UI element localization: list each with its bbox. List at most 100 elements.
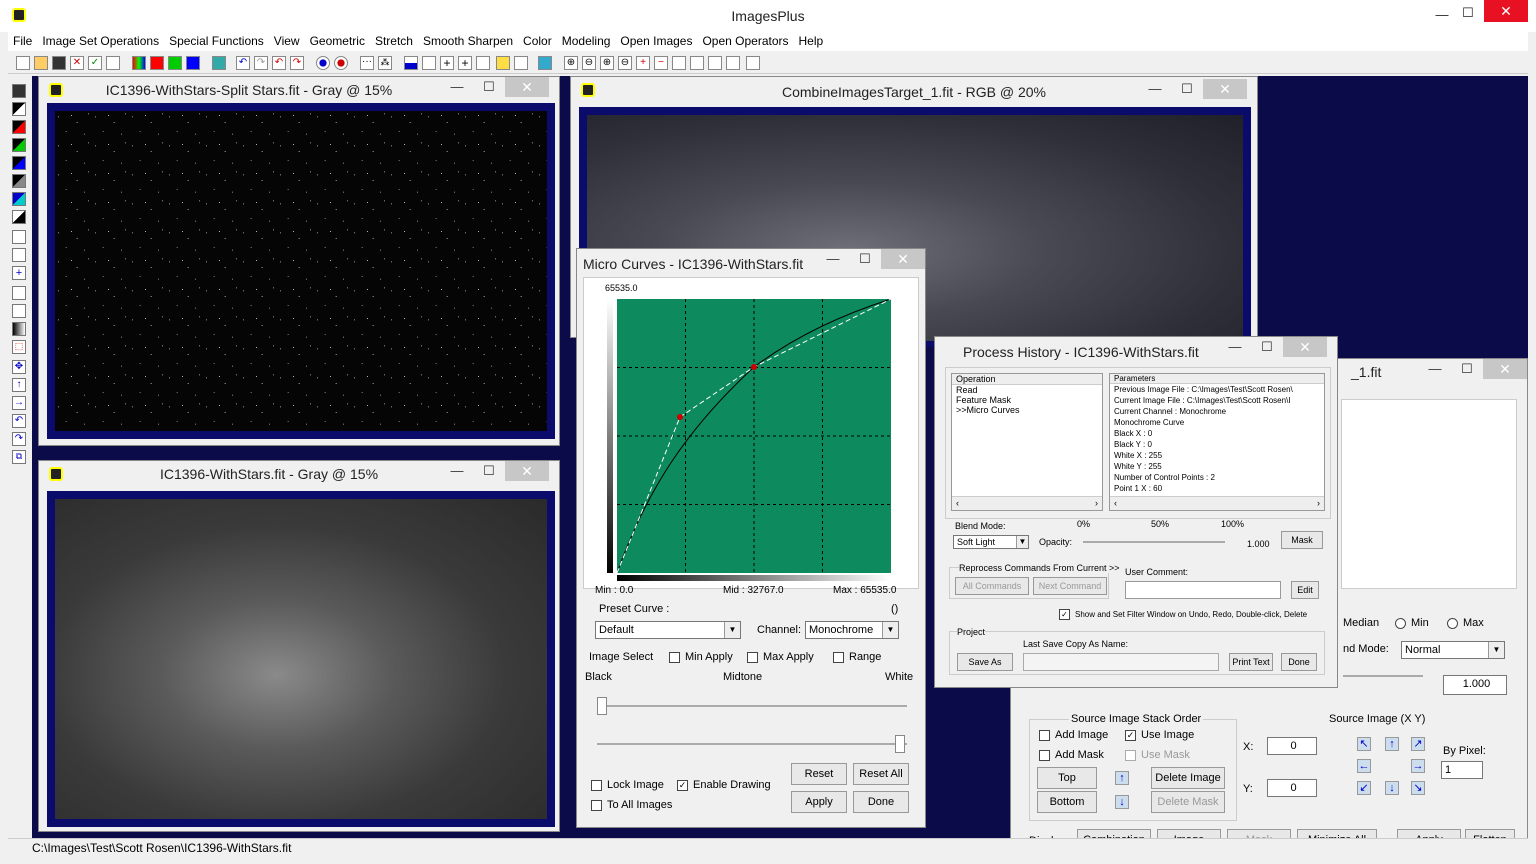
close-btn[interactable]: ✕ <box>505 77 549 97</box>
by-pixel-spinner[interactable]: 1 <box>1441 761 1483 779</box>
frame4-icon[interactable] <box>726 56 740 70</box>
menu-help[interactable]: Help <box>794 32 829 51</box>
move-icon[interactable]: + <box>458 56 472 70</box>
withstars-image[interactable] <box>55 499 547 819</box>
done-button[interactable]: Done <box>1281 653 1317 671</box>
mask-button[interactable]: Mask <box>1281 531 1323 549</box>
rotate-icon[interactable] <box>12 230 26 244</box>
square-icon[interactable] <box>12 286 26 300</box>
operation-item[interactable]: Read <box>952 385 1102 395</box>
close-btn[interactable]: ✕ <box>505 461 549 481</box>
dots-icon[interactable]: ··· <box>360 56 374 70</box>
maximize-button[interactable]: ☐ <box>1448 2 1488 24</box>
green-channel-icon[interactable] <box>168 56 182 70</box>
top-button[interactable]: Top <box>1037 767 1097 789</box>
min-btn[interactable]: — <box>441 461 473 481</box>
menu-color[interactable]: Color <box>518 32 557 51</box>
copy-icon[interactable] <box>106 56 120 70</box>
use-mask-checkbox[interactable]: Use Mask <box>1125 749 1190 761</box>
crosshair-icon[interactable]: + <box>12 266 26 280</box>
save-icon[interactable] <box>52 56 66 70</box>
zoom-fit-icon[interactable]: ⊕ <box>600 56 614 70</box>
save-name-input[interactable] <box>1023 653 1219 671</box>
parameter-scrollbar[interactable]: ‹ › <box>1110 496 1324 510</box>
operation-list[interactable]: Operation Read Feature Mask >>Micro Curv… <box>951 373 1103 511</box>
green-icon[interactable] <box>12 138 26 152</box>
max-btn[interactable]: ☐ <box>1451 359 1483 379</box>
x-spinner[interactable]: 0 <box>1267 737 1317 755</box>
blend-select[interactable]: Soft Light ▼ <box>953 535 1029 549</box>
menu-file[interactable]: File <box>8 32 37 51</box>
add-mask-checkbox[interactable]: Add Mask <box>1039 749 1104 761</box>
reset-all-button[interactable]: Reset All <box>853 763 909 785</box>
invert-icon[interactable] <box>12 210 26 224</box>
user-comment-input[interactable] <box>1125 581 1281 599</box>
menu-modeling[interactable]: Modeling <box>557 32 616 51</box>
mask-red-icon[interactable] <box>334 56 348 70</box>
redo-all-icon[interactable]: ↷ <box>290 56 304 70</box>
histogram-icon[interactable] <box>404 56 418 70</box>
close-btn[interactable]: ✕ <box>1483 359 1527 379</box>
to-all-images-checkbox[interactable]: To All Images <box>591 799 672 811</box>
red-icon[interactable] <box>12 120 26 134</box>
max-btn[interactable]: ☐ <box>1171 79 1203 99</box>
add-image-checkbox[interactable]: Add Image <box>1039 729 1108 741</box>
menu-stretch[interactable]: Stretch <box>370 32 418 51</box>
zoom-100-icon[interactable]: ⊖ <box>618 56 632 70</box>
lines-icon[interactable] <box>12 304 26 318</box>
reset-button[interactable]: Reset <box>791 763 847 785</box>
delete-mask-button[interactable]: Delete Mask <box>1151 791 1225 813</box>
frame2-icon[interactable] <box>690 56 704 70</box>
close-btn[interactable]: ✕ <box>1283 337 1327 357</box>
rotate-right-icon[interactable]: ↷ <box>12 432 26 446</box>
gradient-icon[interactable] <box>12 322 26 336</box>
bottom-button[interactable]: Bottom <box>1037 791 1097 813</box>
min-btn[interactable]: — <box>817 249 849 269</box>
redo-icon[interactable]: ↷ <box>254 56 268 70</box>
blue-icon[interactable] <box>12 156 26 170</box>
palette-icon[interactable] <box>538 56 552 70</box>
rotate-left-icon[interactable]: ↶ <box>12 414 26 428</box>
top-arrow-button[interactable]: ↑ <box>1115 771 1129 785</box>
e-arrow[interactable]: → <box>1411 759 1425 773</box>
copy-icon[interactable]: ⧉ <box>12 450 26 464</box>
black-icon[interactable] <box>12 102 26 116</box>
menu-geometric[interactable]: Geometric <box>305 32 370 51</box>
opacity-value[interactable]: 1.000 <box>1443 675 1507 695</box>
y-spinner[interactable]: 0 <box>1267 779 1317 797</box>
zoom-in-icon[interactable]: ⊕ <box>564 56 578 70</box>
done-button[interactable]: Done <box>853 791 909 813</box>
arrow-right-icon[interactable]: → <box>12 396 26 410</box>
lock-image-checkbox[interactable]: Lock Image <box>591 779 664 791</box>
use-image-checkbox[interactable]: ✓ Use Image <box>1125 729 1194 741</box>
min-btn[interactable]: — <box>1419 359 1451 379</box>
black-slider-track[interactable] <box>597 705 907 707</box>
close-btn[interactable]: ✕ <box>881 249 925 269</box>
edit-button[interactable]: Edit <box>1291 581 1319 599</box>
save-as-button[interactable]: Save As <box>957 653 1013 671</box>
n-arrow[interactable]: ↑ <box>1385 737 1399 751</box>
mask-icon[interactable] <box>316 56 330 70</box>
rgb-icon[interactable] <box>132 56 146 70</box>
select-icon[interactable]: ⬚ <box>12 340 26 354</box>
zoom-plus-icon[interactable]: + <box>636 56 650 70</box>
close-button[interactable]: ✕ <box>1484 0 1528 22</box>
zoom-out-icon[interactable]: ⊖ <box>582 56 596 70</box>
opacity-slider[interactable] <box>1343 675 1423 677</box>
white-slider-thumb[interactable] <box>895 735 905 753</box>
opacity-slider[interactable] <box>1083 541 1225 543</box>
sw-arrow[interactable]: ↙ <box>1357 781 1371 795</box>
grid-icon[interactable] <box>212 56 226 70</box>
red-channel-icon[interactable] <box>150 56 164 70</box>
operation-item[interactable]: Feature Mask <box>952 395 1102 405</box>
delete-image-button[interactable]: Delete Image <box>1151 767 1225 789</box>
operation-scrollbar[interactable]: ‹ › <box>952 496 1102 510</box>
blue-channel-icon[interactable] <box>186 56 200 70</box>
menu-image-set-operations[interactable]: Image Set Operations <box>37 32 164 51</box>
diagonal-icon[interactable] <box>12 248 26 262</box>
crosshair-icon[interactable]: + <box>440 56 454 70</box>
menu-open-operators[interactable]: Open Operators <box>697 32 793 51</box>
zoom-minus-icon[interactable]: − <box>654 56 668 70</box>
menu-smooth-sharpen[interactable]: Smooth Sharpen <box>418 32 518 51</box>
stars-icon[interactable]: ⁂ <box>378 56 392 70</box>
